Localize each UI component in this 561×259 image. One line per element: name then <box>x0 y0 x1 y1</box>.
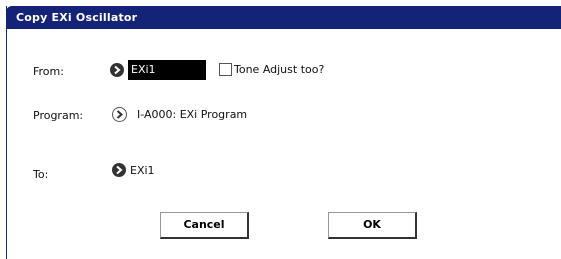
tone-adjust-checkbox[interactable] <box>219 63 232 76</box>
ok-button[interactable]: OK <box>328 212 417 239</box>
from-field[interactable]: EXi1 <box>128 60 206 80</box>
dialog-title: Copy EXi Oscillator <box>16 11 138 24</box>
from-selector-arrow-icon[interactable] <box>110 63 124 77</box>
to-label: To: <box>33 168 49 181</box>
from-value: EXi1 <box>131 63 156 76</box>
dialog-title-bar: Copy EXi Oscillator <box>6 6 561 29</box>
program-selector-arrow-icon[interactable] <box>112 107 127 122</box>
copy-exi-oscillator-dialog <box>6 6 561 259</box>
cancel-button[interactable]: Cancel <box>160 212 249 239</box>
program-value[interactable]: I-A000: EXi Program <box>137 108 247 121</box>
to-selector-arrow-icon[interactable] <box>112 163 126 177</box>
program-label: Program: <box>33 109 84 122</box>
from-label: From: <box>33 65 64 78</box>
to-value[interactable]: EXi1 <box>130 164 155 177</box>
tone-adjust-label: Tone Adjust too? <box>234 63 325 76</box>
